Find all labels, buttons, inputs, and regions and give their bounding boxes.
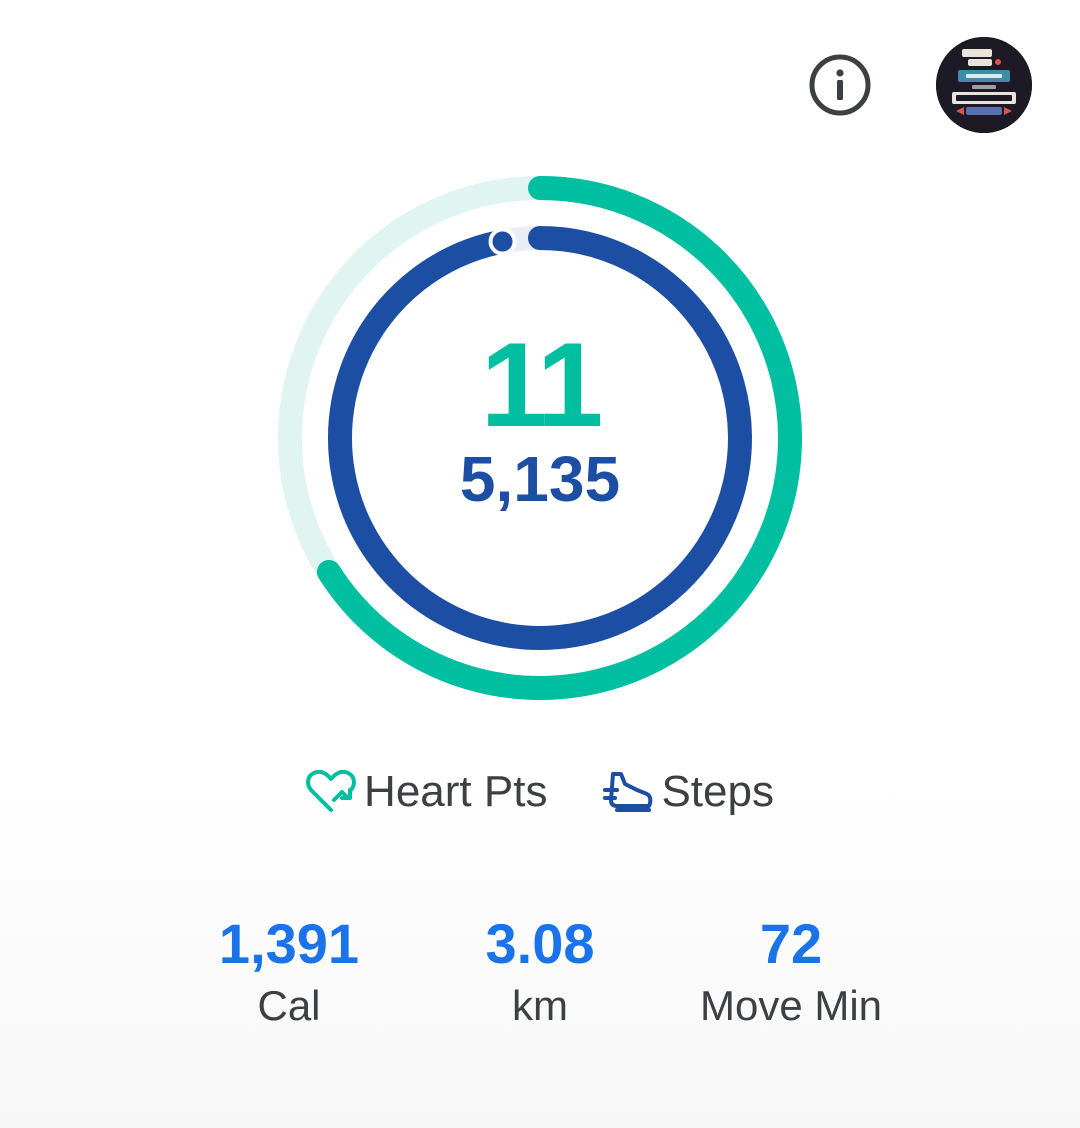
legend-steps[interactable]: Steps bbox=[603, 767, 774, 817]
heart-points-value: 11 bbox=[480, 318, 604, 452]
distance-value: 3.08 bbox=[485, 912, 595, 975]
distance-stat[interactable]: 3.08 km bbox=[410, 910, 670, 1034]
steps-value: 5,135 bbox=[459, 443, 621, 515]
info-button[interactable] bbox=[806, 51, 874, 119]
move-minutes-value: 72 bbox=[759, 912, 823, 975]
move-minutes-label: Move Min bbox=[699, 982, 883, 1029]
legend-steps-label: Steps bbox=[661, 767, 774, 816]
calories-stat[interactable]: 1,391 Cal bbox=[159, 910, 419, 1034]
ring-center-values: 11 5,135 bbox=[380, 320, 700, 514]
profile-avatar[interactable] bbox=[936, 37, 1032, 133]
steps-shoe-icon bbox=[603, 772, 653, 812]
steps-ring-end-marker bbox=[488, 227, 517, 256]
ring-legend: Heart Pts Steps bbox=[0, 760, 1080, 824]
legend-heart-points-label: Heart Pts bbox=[364, 767, 548, 816]
move-minutes-stat[interactable]: 72 Move Min bbox=[661, 910, 921, 1034]
calories-value: 1,391 bbox=[218, 912, 360, 975]
distance-label: km bbox=[512, 982, 568, 1029]
avatar-image bbox=[936, 37, 1032, 133]
info-icon bbox=[809, 54, 871, 116]
legend-heart-points[interactable]: Heart Pts bbox=[306, 767, 547, 817]
calories-label: Cal bbox=[257, 982, 321, 1029]
heart-points-icon bbox=[306, 770, 356, 812]
